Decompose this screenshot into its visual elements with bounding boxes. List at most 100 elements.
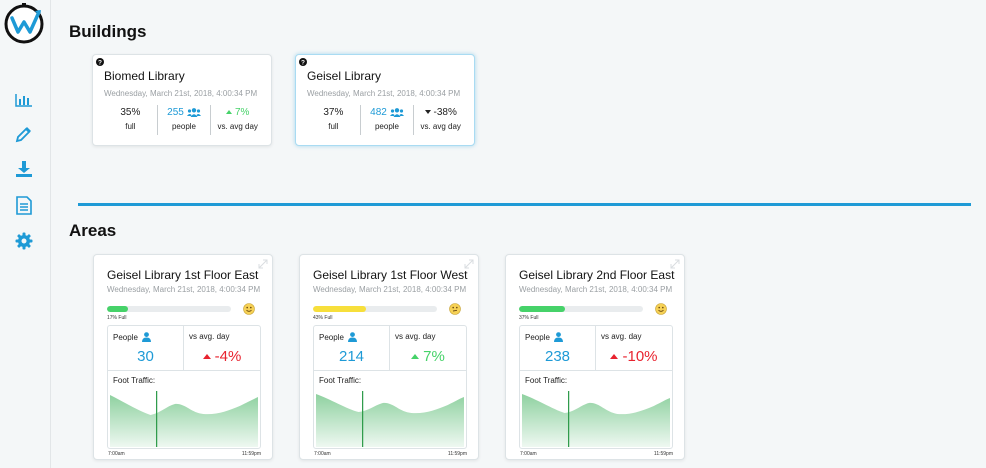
capacity-bar bbox=[107, 306, 231, 312]
building-card-geisel[interactable]: ? Geisel Library Wednesday, March 21st, … bbox=[295, 54, 475, 146]
nav-dashboard[interactable] bbox=[13, 89, 35, 111]
vs-label: vs. avg day bbox=[217, 122, 258, 131]
waitz-logo-icon[interactable] bbox=[3, 3, 45, 45]
people-stat: 255 people bbox=[156, 105, 211, 135]
time-start-label: 7:00am bbox=[108, 451, 125, 457]
person-icon bbox=[347, 332, 357, 342]
nav-report[interactable] bbox=[13, 194, 35, 216]
vs-value: -4% bbox=[214, 348, 242, 365]
vs-label: vs. avg day bbox=[420, 122, 461, 131]
area-timestamp: Wednesday, March 21st, 2018, 4:00:34 PM bbox=[107, 285, 261, 294]
arrow-down-icon bbox=[424, 110, 431, 114]
foot-traffic-area bbox=[110, 395, 258, 447]
people-cell: People 214 bbox=[314, 326, 390, 371]
capacity-bar bbox=[519, 306, 643, 312]
sidebar bbox=[0, 0, 51, 468]
arrow-up-icon bbox=[610, 354, 619, 359]
area-timestamp: Wednesday, March 21st, 2018, 4:00:34 PM bbox=[519, 285, 673, 294]
stats-panel: People 30 vs avg. day -4% Foot Traffic: bbox=[107, 325, 261, 449]
full-label: full bbox=[328, 122, 339, 131]
capacity-bar-fill bbox=[313, 306, 367, 312]
stats-row: People 238 vs avg. day -10% bbox=[520, 326, 672, 371]
building-timestamp: Wednesday, March 21st, 2018, 4:00:34 PM bbox=[104, 89, 258, 98]
foot-traffic-label: Foot Traffic: bbox=[525, 376, 568, 385]
neutral-face-icon bbox=[449, 303, 461, 315]
svg-text:?: ? bbox=[98, 59, 102, 66]
capacity-bar bbox=[313, 306, 437, 312]
building-name: Geisel Library bbox=[307, 69, 382, 83]
stats-panel: People 238 vs avg. day -10% Foot Traffic: bbox=[519, 325, 673, 449]
people-stat: 482 people bbox=[359, 105, 414, 135]
download-icon bbox=[16, 161, 32, 177]
people-label: People bbox=[319, 332, 344, 342]
person-icon bbox=[553, 332, 563, 342]
area-card[interactable]: Geisel Library 1st Floor West Wednesday, … bbox=[299, 254, 479, 460]
vs-label: vs avg. day bbox=[189, 332, 230, 341]
arrow-up-icon bbox=[411, 354, 420, 359]
full-stat: 37% full bbox=[307, 105, 360, 135]
building-stats: 35% full 255 people 7% vs. avg day bbox=[104, 105, 264, 135]
nav-settings[interactable] bbox=[13, 230, 35, 252]
building-card-biomed[interactable]: ? Biomed Library Wednesday, March 21st, … bbox=[92, 54, 272, 146]
document-icon bbox=[16, 195, 32, 215]
area-card[interactable]: Geisel Library 2nd Floor East Wednesday, … bbox=[505, 254, 685, 460]
vs-value: 7% bbox=[234, 106, 250, 118]
foot-traffic-chart bbox=[316, 391, 464, 447]
capacity-bar-fill bbox=[519, 306, 565, 312]
capacity-label: 17% Full bbox=[107, 315, 127, 321]
foot-traffic-area bbox=[316, 394, 464, 447]
area-name: Geisel Library 1st Floor West bbox=[313, 268, 468, 282]
people-value: 214 bbox=[338, 348, 365, 365]
dropper-icon bbox=[15, 127, 31, 143]
time-end-label: 11:59pm bbox=[447, 451, 467, 457]
stats-row: People 214 vs avg. day 7% bbox=[314, 326, 466, 371]
nav-tool[interactable] bbox=[13, 123, 35, 145]
full-value: 35% bbox=[120, 106, 141, 118]
help-icon[interactable]: ? bbox=[96, 58, 104, 66]
areas-heading: Areas bbox=[69, 221, 117, 240]
people-value: 238 bbox=[544, 348, 571, 365]
people-value: 482 bbox=[370, 106, 387, 118]
stats-row: People 30 vs avg. day -4% bbox=[108, 326, 260, 371]
people-group-icon bbox=[186, 107, 201, 117]
foot-traffic-area bbox=[522, 394, 670, 447]
gear-icon bbox=[15, 232, 33, 250]
smiley-face-icon bbox=[243, 303, 255, 315]
section-divider bbox=[78, 203, 971, 206]
people-value: 30 bbox=[137, 348, 154, 365]
smiley-face-icon bbox=[655, 303, 667, 315]
building-stats: 37% full 482 people -38% vs. avg day bbox=[307, 105, 467, 135]
vs-cell: vs avg. day 7% bbox=[390, 326, 466, 371]
people-label: people bbox=[171, 122, 197, 131]
foot-traffic-chart bbox=[110, 391, 258, 447]
full-stat: 35% full bbox=[104, 105, 157, 135]
foot-traffic-chart bbox=[522, 391, 670, 447]
vs-cell: vs avg. day -4% bbox=[184, 326, 260, 371]
area-timestamp: Wednesday, March 21st, 2018, 4:00:34 PM bbox=[313, 285, 467, 294]
person-icon bbox=[141, 332, 151, 342]
vs-value: 7% bbox=[423, 348, 445, 365]
vs-value: -10% bbox=[622, 348, 658, 365]
capacity-bar-fill bbox=[107, 306, 129, 312]
vs-cell: vs avg. day -10% bbox=[596, 326, 672, 371]
people-group-icon bbox=[389, 107, 404, 117]
full-value: 37% bbox=[323, 106, 344, 118]
foot-traffic-label: Foot Traffic: bbox=[319, 376, 362, 385]
people-label: people bbox=[374, 122, 400, 131]
nav-download[interactable] bbox=[13, 158, 35, 180]
arrow-up-icon bbox=[225, 110, 232, 114]
time-end-label: 11:59pm bbox=[653, 451, 673, 457]
expand-icon[interactable] bbox=[257, 258, 269, 270]
capacity-label: 43% Full bbox=[313, 315, 333, 321]
area-card[interactable]: Geisel Library 1st Floor East Wednesday, … bbox=[93, 254, 273, 460]
stats-panel: People 214 vs avg. day 7% Foot Traffic: bbox=[313, 325, 467, 449]
foot-traffic-label: Foot Traffic: bbox=[113, 376, 156, 385]
area-name: Geisel Library 2nd Floor East bbox=[519, 268, 675, 282]
vs-label: vs avg. day bbox=[395, 332, 436, 341]
full-label: full bbox=[125, 122, 136, 131]
time-start-label: 7:00am bbox=[314, 451, 331, 457]
vs-label: vs avg. day bbox=[601, 332, 642, 341]
help-icon[interactable]: ? bbox=[299, 58, 307, 66]
people-cell: People 238 bbox=[520, 326, 596, 371]
people-label: People bbox=[113, 332, 138, 342]
